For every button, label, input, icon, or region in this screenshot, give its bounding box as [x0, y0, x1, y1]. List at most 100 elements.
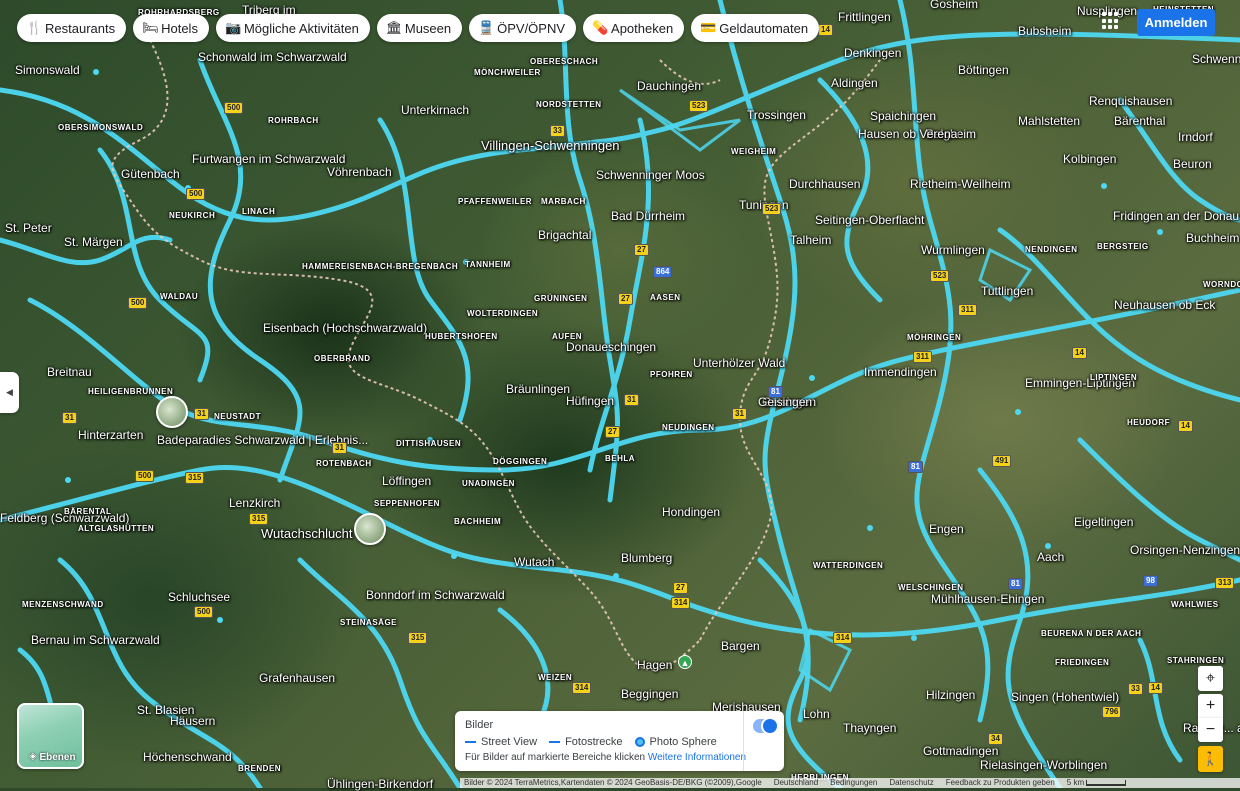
place-label[interactable]: Renquishausen [1089, 95, 1172, 108]
place-label[interactable]: Bargen [721, 640, 760, 653]
place-label[interactable]: Bad Dürrheim [611, 210, 685, 223]
place-label[interactable]: Wurmlingen [921, 244, 985, 257]
chip-öpv-öpnv[interactable]: 🚆 ÖPV/ÖPNV [469, 14, 577, 42]
place-label[interactable]: St. Peter [5, 222, 52, 235]
place-label[interactable]: Bubsheim [1018, 25, 1071, 38]
place-label[interactable]: Aach [1037, 551, 1064, 564]
place-label[interactable]: Mahlstetten [1018, 115, 1080, 128]
place-label[interactable]: Spaichingen [870, 110, 936, 123]
photo-thumbnail-badeparadies[interactable] [156, 396, 188, 428]
place-label[interactable]: Böttingen [958, 64, 1009, 77]
place-label[interactable]: Geisingen [758, 396, 812, 409]
place-label[interactable]: Schluchsee [168, 591, 230, 604]
chip-apotheken[interactable]: 💊 Apotheken [583, 14, 685, 42]
place-label[interactable]: Dauchingen [637, 80, 701, 93]
place-label[interactable]: Orsingen-Nenzingen [1130, 544, 1240, 557]
place-label[interactable]: Breitnau [47, 366, 92, 379]
place-label[interactable]: Neuhausen ob Eck [1114, 299, 1215, 312]
place-label[interactable]: Rietheim-Weilheim [910, 178, 1010, 191]
photo-thumbnail-wutachschlucht[interactable] [354, 513, 386, 545]
place-label[interactable]: Seitingen-Oberflacht [815, 214, 924, 227]
place-label[interactable]: Schonwald im Schwarzwald [198, 51, 347, 64]
imagery-toggle[interactable] [753, 717, 779, 735]
place-label[interactable]: Ühlingen-Birkendorf [327, 778, 433, 791]
chip-restaurants[interactable]: 🍴 Restaurants [17, 14, 127, 42]
place-label[interactable]: Simonswald [15, 64, 80, 77]
zoom-out-button[interactable]: − [1198, 718, 1223, 742]
chip-mögliche-aktivitäten[interactable]: 📷 Mögliche Aktivitäten [215, 14, 370, 42]
place-label[interactable]: Schwenninger Moos [596, 169, 705, 182]
place-label[interactable]: Wutach [514, 556, 554, 569]
road-shield: 523 [689, 100, 709, 112]
place-label[interactable]: Eisenbach (Hochschwarzwald) [263, 322, 427, 335]
terms-link[interactable]: Bedingungen [830, 778, 877, 788]
place-label[interactable]: Bonndorf im Schwarzwald [366, 589, 505, 602]
place-label[interactable]: Beggingen [621, 688, 678, 701]
layers-button[interactable]: ◈ Ebenen [17, 703, 84, 769]
place-label[interactable]: Hausen ob Verena [858, 128, 957, 141]
place-label[interactable]: Thayngen [843, 722, 896, 735]
satellite-map[interactable]: Villingen-Schwenningen Schwenninger Moos B… [0, 0, 1240, 791]
place-label[interactable]: Kolbingen [1063, 153, 1116, 166]
place-label[interactable]: Hilzingen [926, 689, 975, 702]
place-label[interactable]: Löffingen [382, 475, 431, 488]
more-info-link[interactable]: Weitere Informationen [648, 752, 746, 763]
place-label[interactable]: Bernau im Schwarzwald [31, 634, 160, 647]
place-label[interactable]: Hondingen [662, 506, 720, 519]
place-label[interactable]: Unterkirnach [401, 104, 469, 117]
place-label[interactable]: Furtwangen im Schwarzwald [192, 153, 345, 166]
place-label[interactable]: Denkingen [844, 47, 901, 60]
place-label[interactable]: Tuttlingen [981, 285, 1033, 298]
place-label[interactable]: Unterhölzer Wald [693, 357, 785, 370]
place-label[interactable]: Schwenn... [1192, 53, 1240, 66]
pegman-button[interactable]: 🚶 [1198, 746, 1223, 772]
collapse-panel-button[interactable]: ◀ [0, 372, 19, 413]
place-label[interactable]: St. Märgen [64, 236, 123, 249]
place-label[interactable]: Gottmadingen [923, 745, 998, 758]
place-label[interactable]: Hinterzarten [78, 429, 143, 442]
scale-indicator[interactable]: 5 km [1067, 778, 1127, 788]
signin-button[interactable]: Anmelden [1137, 9, 1215, 36]
place-label[interactable]: Gosheim [930, 0, 978, 11]
privacy-link[interactable]: Datenschutz [889, 778, 933, 788]
place-label[interactable]: Bräunlingen [506, 383, 570, 396]
place-label[interactable]: Blumberg [621, 552, 672, 565]
place-label[interactable]: Immendingen [864, 366, 937, 379]
place-label[interactable]: Engen [929, 523, 964, 536]
place-label[interactable]: Lenzkirch [229, 497, 280, 510]
place-label[interactable]: Hagen [637, 659, 672, 672]
campsite-icon[interactable]: ▲ [678, 655, 692, 669]
place-label[interactable]: Lohn [803, 708, 830, 721]
zoom-in-button[interactable]: + [1198, 694, 1223, 718]
chip-geldautomaten[interactable]: 💳 Geldautomaten [691, 14, 820, 42]
place-label[interactable]: Hüfingen [566, 395, 614, 408]
place-label[interactable]: Eigeltingen [1074, 516, 1133, 529]
place-label[interactable]: Durchhausen [789, 178, 860, 191]
place-label[interactable]: Singen (Hohentwiel) [1011, 691, 1119, 704]
my-location-button[interactable]: ⌖ [1198, 666, 1223, 691]
place-label[interactable]: Höchenschwand [143, 751, 232, 764]
place-label[interactable]: Irndorf [1178, 131, 1213, 144]
place-label[interactable]: Beuron [1173, 158, 1212, 171]
place-label[interactable]: Villingen-Schwenningen [481, 139, 620, 152]
place-label[interactable]: Mühlhausen-Ehingen [931, 593, 1044, 606]
place-label[interactable]: Trossingen [747, 109, 806, 122]
place-label[interactable]: Vöhrenbach [327, 166, 392, 179]
place-label[interactable]: Aldingen [831, 77, 878, 90]
chip-hotels[interactable]: 🛏 Hotels [133, 14, 209, 42]
place-label[interactable]: Häusern [170, 715, 215, 728]
feedback-link[interactable]: Feedback zu Produkten geben [946, 778, 1055, 788]
place-label[interactable]: Wutachschlucht [261, 527, 353, 540]
place-label[interactable]: Talheim [790, 234, 831, 247]
place-label[interactable]: Fridingen an der Donau [1113, 210, 1239, 223]
place-label[interactable]: Rielasingen-Worblingen [980, 759, 1107, 772]
chip-museen[interactable]: 🏛 Museen [376, 14, 463, 42]
place-label[interactable]: Bärenthal [1114, 115, 1165, 128]
apps-grid-icon[interactable] [1102, 12, 1120, 30]
place-label[interactable]: Brigachtal [538, 229, 591, 242]
place-label[interactable]: Grafenhausen [259, 672, 335, 685]
country-label[interactable]: Deutschland [774, 778, 818, 788]
place-label[interactable]: Frittlingen [838, 11, 891, 24]
place-label[interactable]: Buchheim [1186, 232, 1239, 245]
place-label[interactable]: Gütenbach [121, 168, 180, 181]
